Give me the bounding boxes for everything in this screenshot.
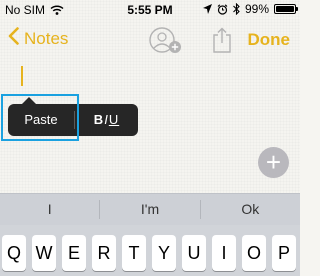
add-people-icon	[149, 27, 181, 53]
key-q[interactable]: Q	[2, 235, 26, 271]
suggestion-3[interactable]: Ok	[201, 194, 300, 225]
add-people-button[interactable]	[148, 27, 184, 60]
key-e[interactable]: E	[62, 235, 86, 271]
key-r[interactable]: R	[92, 235, 116, 271]
underline-label: U	[108, 112, 120, 127]
add-button[interactable]: +	[258, 147, 289, 178]
bold-label: B	[93, 112, 105, 127]
key-i[interactable]: I	[212, 235, 236, 271]
predictive-bar: I I'm Ok	[0, 193, 300, 225]
back-button[interactable]: Notes	[8, 27, 69, 50]
paste-highlight-box	[1, 94, 79, 141]
battery-percent: 99%	[244, 2, 269, 16]
alarm-icon	[217, 3, 228, 15]
key-u[interactable]: U	[182, 235, 206, 271]
suggestion-1[interactable]: I	[0, 194, 99, 225]
bluetooth-icon	[233, 3, 240, 15]
key-w[interactable]: W	[32, 235, 56, 271]
format-button[interactable]: BIU	[75, 104, 138, 136]
keyboard-row-top: Q W E R T Y U I O P	[2, 235, 296, 271]
key-y[interactable]: Y	[152, 235, 176, 271]
key-p[interactable]: P	[272, 235, 296, 271]
battery-fill	[276, 6, 294, 12]
chevron-left-icon	[8, 27, 19, 49]
location-arrow-icon	[202, 4, 212, 14]
share-icon	[213, 27, 231, 53]
key-o[interactable]: O	[242, 235, 266, 271]
battery-icon	[274, 4, 298, 14]
status-bar: No SIM 5:55 PM 99%	[0, 0, 300, 20]
done-button[interactable]: Done	[248, 30, 291, 50]
back-label: Notes	[24, 29, 69, 48]
keyboard: Q W E R T Y U I O P	[0, 225, 300, 276]
suggestion-2[interactable]: I'm	[100, 194, 199, 225]
text-cursor	[21, 66, 23, 86]
key-t[interactable]: T	[122, 235, 146, 271]
nav-bar: Notes Done	[0, 20, 300, 60]
share-button[interactable]	[212, 27, 232, 58]
